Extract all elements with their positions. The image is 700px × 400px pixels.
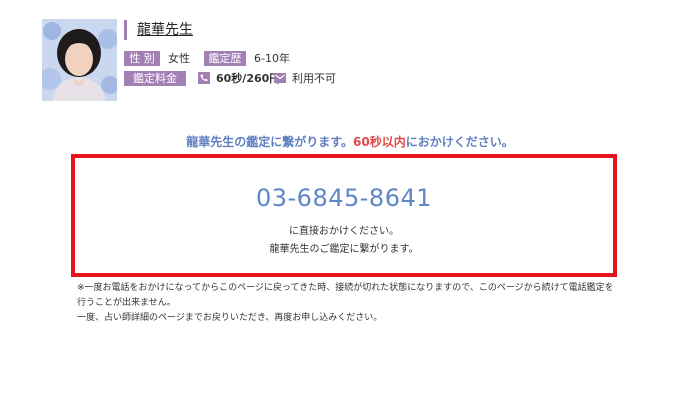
notice-prefix: 龍華先生の鑑定に繋がります。 (186, 135, 354, 149)
gender-label: 性 別 (124, 51, 160, 66)
fee-label: 鑑定料金 (124, 71, 186, 86)
footnote-line2: 行うことが出来ません。 (77, 298, 176, 308)
fortune-teller-name[interactable]: 龍華先生 (124, 20, 193, 40)
call-instruction-line2: 龍華先生のご鑑定に繋がります。 (269, 244, 419, 255)
fortune-teller-avatar (42, 19, 117, 101)
footnote: ※一度お電話をおかけになってからこのページに戻ってきた時、接続が切れた状態になり… (77, 281, 637, 326)
phone-icon (198, 72, 210, 84)
mail-icon (274, 73, 286, 83)
footnote-line1: ※一度お電話をおかけになってからこのページに戻ってきた時、接続が切れた状態になり… (77, 283, 614, 293)
call-instruction-line1: に直接おかけください。 (289, 226, 399, 237)
fee-value: 60秒/260円 (216, 72, 281, 85)
experience-value: 6-10年 (254, 52, 290, 65)
connection-notice: 龍華先生の鑑定に繋がります。60秒以内におかけください。 (0, 133, 700, 150)
call-instruction-box: 03-6845-8641 に直接おかけください。 龍華先生のご鑑定に繋がります。 (71, 154, 617, 277)
mail-status: 利用不可 (292, 72, 336, 85)
notice-highlight: 60秒以内 (353, 135, 406, 149)
notice-suffix: におかけください。 (405, 135, 514, 149)
portrait-image (42, 19, 117, 101)
gender-value: 女性 (168, 52, 190, 65)
experience-label: 鑑定歴 (204, 51, 246, 66)
phone-number-link[interactable]: 03-6845-8641 (75, 184, 613, 212)
footnote-line3: 一度、占い師詳細のページまでお戻りいただき、再度お申し込みください。 (77, 313, 383, 323)
